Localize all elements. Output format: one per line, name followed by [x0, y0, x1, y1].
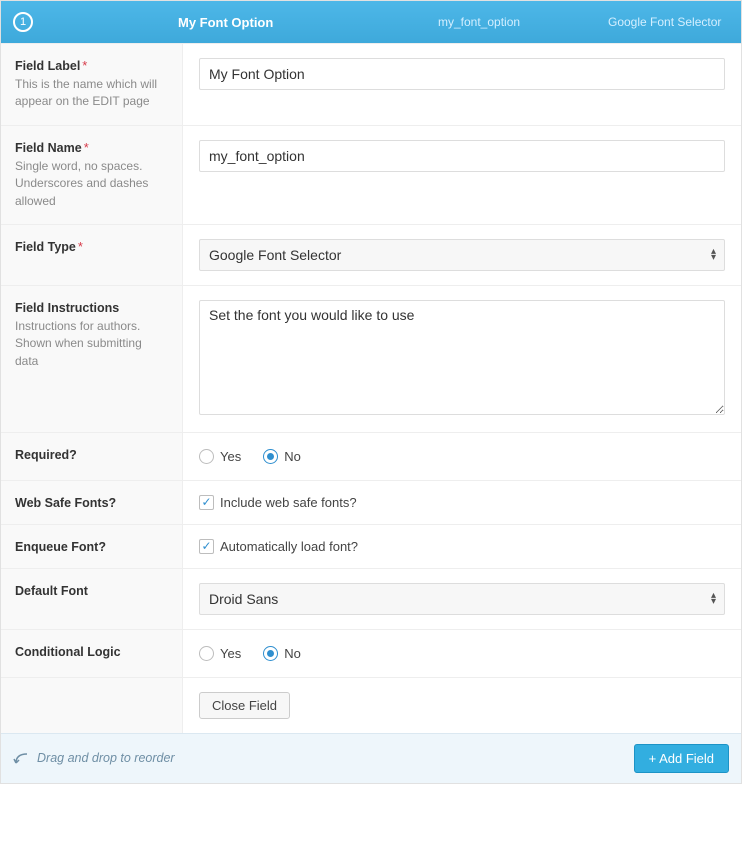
field-panel: 1 My Font Option my_font_option Google F…: [0, 0, 742, 784]
instructions-label: Field Instructions: [15, 301, 119, 315]
enqueue-label: Enqueue Font?: [15, 540, 106, 554]
row-field-instructions: Field Instructions Instructions for auth…: [1, 285, 741, 432]
required-radio-group: Yes No: [199, 447, 725, 466]
required-mark: *: [82, 58, 87, 73]
required-mark: *: [78, 239, 83, 254]
field-type-select-value: Google Font Selector: [209, 247, 341, 263]
input-cell: ✓ Automatically load font?: [183, 525, 741, 568]
panel-header[interactable]: 1 My Font Option my_font_option Google F…: [1, 1, 741, 43]
radio-label: Yes: [220, 646, 241, 661]
required-label: Required?: [15, 448, 77, 462]
field-type-select[interactable]: Google Font Selector ▴▾: [199, 239, 725, 271]
header-field-type: Google Font Selector: [608, 15, 729, 29]
default-font-select-value: Droid Sans: [209, 591, 278, 607]
panel-footer: Drag and drop to reorder + Add Field: [1, 733, 741, 783]
field-type-label: Field Type: [15, 240, 76, 254]
row-field-label: Field Label* This is the name which will…: [1, 43, 741, 125]
header-title: My Font Option: [178, 15, 438, 30]
checkbox-label: Automatically load font?: [220, 539, 358, 554]
row-enqueue: Enqueue Font? ✓ Automatically load font?: [1, 524, 741, 568]
reorder-arrow-icon: [13, 750, 31, 766]
chevron-updown-icon: ▴▾: [711, 593, 716, 605]
row-conditional-logic: Conditional Logic Yes No: [1, 629, 741, 677]
input-cell: Close Field: [183, 678, 741, 733]
reorder-hint: Drag and drop to reorder: [13, 750, 175, 766]
field-label-hint: This is the name which will appear on th…: [15, 76, 168, 111]
field-name-hint: Single word, no spaces. Underscores and …: [15, 158, 168, 210]
checkbox-icon: ✓: [199, 495, 214, 510]
field-name-label: Field Name: [15, 141, 82, 155]
row-required: Required? Yes No: [1, 432, 741, 480]
label-cell: Default Font: [1, 569, 183, 629]
row-default-font: Default Font Droid Sans ▴▾: [1, 568, 741, 629]
row-field-type: Field Type* Google Font Selector ▴▾: [1, 224, 741, 285]
instructions-textarea[interactable]: Set the font you would like to use: [199, 300, 725, 415]
label-cell: Field Name* Single word, no spaces. Unde…: [1, 126, 183, 224]
radio-icon: [199, 646, 214, 661]
radio-icon: [263, 449, 278, 464]
field-name-input[interactable]: [199, 140, 725, 172]
label-cell: Field Type*: [1, 225, 183, 285]
default-font-select[interactable]: Droid Sans ▴▾: [199, 583, 725, 615]
enqueue-checkbox-option[interactable]: ✓ Automatically load font?: [199, 539, 725, 554]
conditional-yes-option[interactable]: Yes: [199, 646, 241, 661]
input-cell: Yes No: [183, 630, 741, 677]
input-cell: Yes No: [183, 433, 741, 480]
required-mark: *: [84, 140, 89, 155]
label-cell: Enqueue Font?: [1, 525, 183, 568]
web-safe-checkbox-option[interactable]: ✓ Include web safe fonts?: [199, 495, 725, 510]
input-cell: Droid Sans ▴▾: [183, 569, 741, 629]
reorder-hint-text: Drag and drop to reorder: [37, 751, 175, 765]
required-no-option[interactable]: No: [263, 449, 301, 464]
radio-icon: [199, 449, 214, 464]
checkbox-icon: ✓: [199, 539, 214, 554]
row-field-name: Field Name* Single word, no spaces. Unde…: [1, 125, 741, 224]
web-safe-label: Web Safe Fonts?: [15, 496, 116, 510]
field-label-label: Field Label: [15, 59, 80, 73]
add-field-button[interactable]: + Add Field: [634, 744, 729, 773]
input-cell: Google Font Selector ▴▾: [183, 225, 741, 285]
row-web-safe: Web Safe Fonts? ✓ Include web safe fonts…: [1, 480, 741, 524]
label-cell: Web Safe Fonts?: [1, 481, 183, 524]
required-yes-option[interactable]: Yes: [199, 449, 241, 464]
default-font-label: Default Font: [15, 584, 88, 598]
radio-label: No: [284, 449, 301, 464]
label-cell: [1, 678, 183, 733]
header-field-name: my_font_option: [438, 15, 608, 29]
conditional-label: Conditional Logic: [15, 645, 121, 659]
label-cell: Conditional Logic: [1, 630, 183, 677]
radio-label: No: [284, 646, 301, 661]
chevron-updown-icon: ▴▾: [711, 249, 716, 261]
checkbox-label: Include web safe fonts?: [220, 495, 357, 510]
label-cell: Field Instructions Instructions for auth…: [1, 286, 183, 432]
instructions-hint: Instructions for authors. Shown when sub…: [15, 318, 168, 370]
label-cell: Field Label* This is the name which will…: [1, 44, 183, 125]
close-field-button[interactable]: Close Field: [199, 692, 290, 719]
input-cell: [183, 44, 741, 125]
conditional-radio-group: Yes No: [199, 644, 725, 663]
radio-label: Yes: [220, 449, 241, 464]
input-cell: ✓ Include web safe fonts?: [183, 481, 741, 524]
input-cell: [183, 126, 741, 224]
input-cell: Set the font you would like to use: [183, 286, 741, 432]
field-label-input[interactable]: [199, 58, 725, 90]
row-close: Close Field: [1, 677, 741, 733]
field-order-badge: 1: [13, 12, 33, 32]
radio-icon: [263, 646, 278, 661]
label-cell: Required?: [1, 433, 183, 480]
conditional-no-option[interactable]: No: [263, 646, 301, 661]
